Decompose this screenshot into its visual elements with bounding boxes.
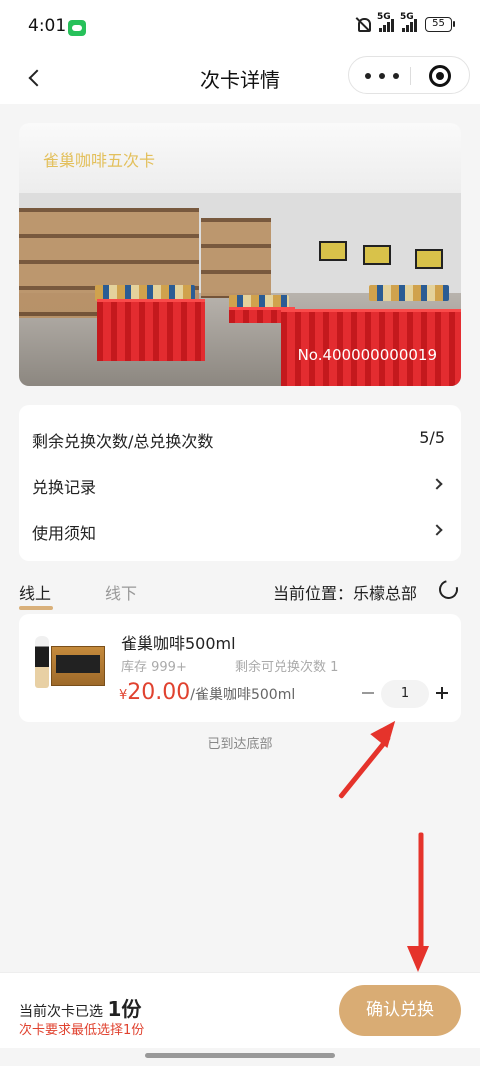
coffee-bottle: [35, 636, 49, 688]
bottom-action-bar: 当前次卡已选 1份 次卡要求最低选择1份 确认兑换: [0, 972, 480, 1048]
network-type: 5G: [400, 12, 414, 22]
price-amount: 20.00: [127, 680, 191, 705]
current-location: 当前位置：乐檬总部: [273, 584, 418, 603]
store-screen: [415, 249, 443, 269]
card-cover-image: 雀巢咖啡五次卡 No.400000000019: [19, 123, 461, 386]
chevron-right-icon: [431, 478, 443, 490]
end-of-list-note: 已到达底部: [207, 737, 273, 752]
home-indicator: [145, 1053, 335, 1058]
exchange-history-label: 兑换记录: [32, 478, 97, 497]
product-item: 雀巢咖啡500ml 库存 999+ 剩余可兑换次数 1 ¥20.00/雀巢咖啡5…: [19, 614, 461, 722]
annotation-arrow-head: [407, 946, 429, 972]
product-remaining-count: 剩余可兑换次数 1: [235, 660, 339, 675]
mini-program-capsule: [348, 56, 470, 94]
coffee-box: [51, 646, 105, 686]
refresh-location-icon[interactable]: [435, 576, 462, 603]
status-icons: 5G 5G 55: [355, 12, 455, 32]
selected-count: 1份: [107, 997, 142, 1021]
store-crate: [97, 299, 205, 361]
selected-prefix: 当前次卡已选: [19, 1004, 103, 1020]
capsule-divider: [410, 67, 411, 85]
chevron-right-icon: [431, 524, 443, 536]
card-info-panel: 剩余兑换次数/总兑换次数 5/5 兑换记录 使用须知: [19, 405, 461, 561]
remaining-count-label: 剩余兑换次数/总兑换次数: [32, 432, 214, 451]
confirm-exchange-button[interactable]: 确认兑换: [339, 985, 461, 1036]
channel-tabs: 线上 线下 当前位置：乐檬总部: [19, 576, 462, 610]
product-image: [31, 632, 107, 696]
store-shelf: [201, 218, 271, 298]
tab-offline[interactable]: 线下: [105, 580, 137, 604]
price-unit: /雀巢咖啡500ml: [190, 687, 296, 703]
store-screen: [363, 245, 391, 265]
selected-summary: 当前次卡已选 1份: [19, 993, 141, 1022]
product-stock: 库存 999+: [121, 660, 187, 675]
store-goods: [369, 285, 449, 301]
exchange-history-row[interactable]: 兑换记录: [32, 464, 445, 504]
signal-icon: 5G: [400, 12, 417, 32]
more-icon[interactable]: [365, 69, 399, 83]
store-screen: [319, 241, 347, 261]
wechat-icon: [68, 20, 86, 36]
signal-icon: 5G: [377, 12, 394, 32]
card-name-overlay: 雀巢咖啡五次卡: [43, 151, 156, 170]
usage-notice-label: 使用须知: [32, 524, 97, 543]
minimum-selection-note: 次卡要求最低选择1份: [19, 1023, 145, 1038]
increase-quantity-button[interactable]: [433, 684, 451, 702]
tab-online[interactable]: 线上: [19, 580, 54, 610]
mute-icon: [355, 16, 371, 32]
quantity-input[interactable]: 1: [381, 680, 429, 708]
status-time: 4:01: [28, 16, 67, 36]
card-number: No.400000000019: [297, 346, 437, 364]
close-mini-program-icon[interactable]: [429, 65, 451, 87]
usage-notice-row[interactable]: 使用须知: [32, 510, 445, 550]
status-bar: 4:01 5G 5G 55: [0, 0, 480, 52]
annotation-arrow-shaft: [418, 832, 424, 953]
product-name: 雀巢咖啡500ml: [121, 634, 236, 653]
network-type: 5G: [377, 12, 391, 22]
battery-icon: 55: [425, 16, 455, 32]
decrease-quantity-button[interactable]: [359, 684, 377, 702]
product-price: ¥20.00/雀巢咖啡500ml: [119, 680, 295, 705]
remaining-count-row: 剩余兑换次数/总兑换次数 5/5: [32, 418, 445, 458]
remaining-count-value: 5/5: [419, 428, 445, 447]
nav-bar: 次卡详情: [0, 52, 480, 104]
